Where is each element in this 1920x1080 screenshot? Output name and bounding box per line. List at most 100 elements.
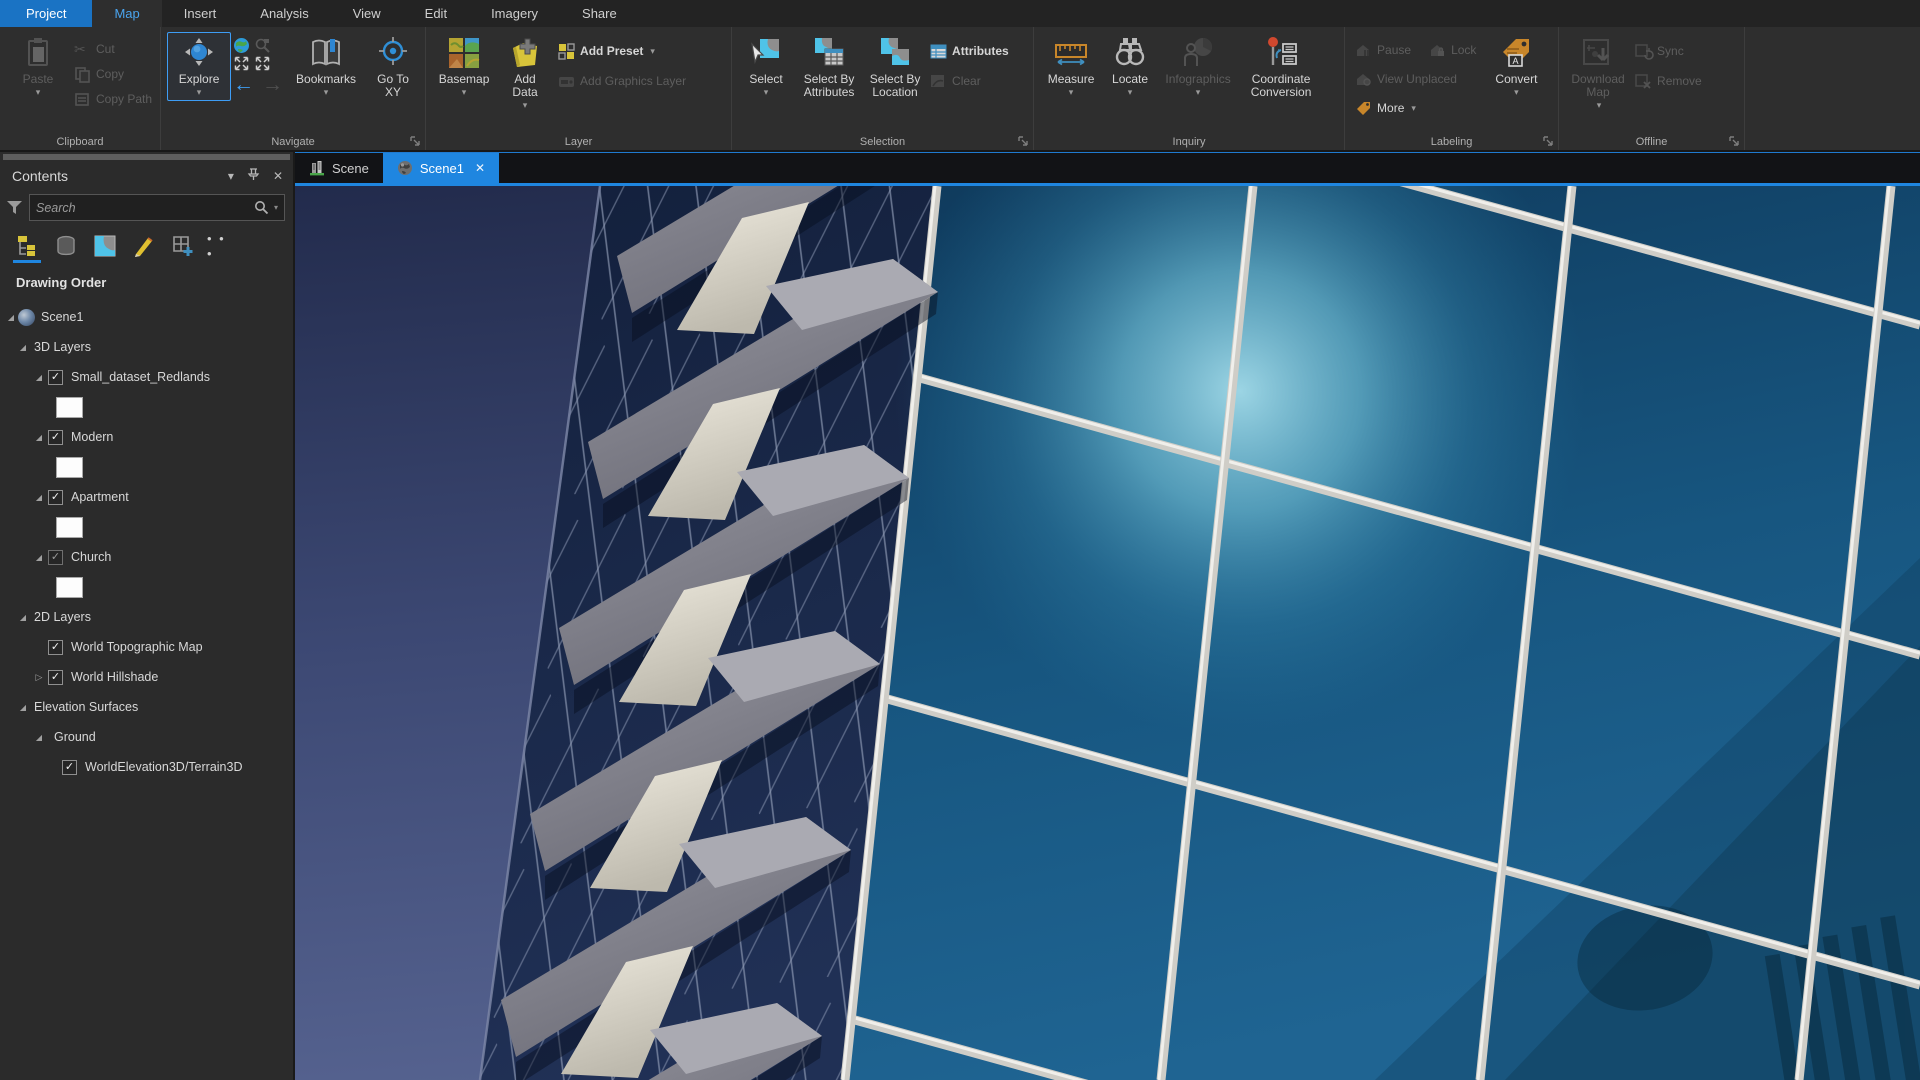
offline-dialog-launcher-icon[interactable] xyxy=(1728,135,1740,147)
tree-item-3d-layers[interactable]: ◢ 3D Layers xyxy=(0,332,293,362)
filter-icon[interactable] xyxy=(6,199,23,216)
labeling-dialog-launcher-icon[interactable] xyxy=(1542,135,1554,147)
remove-button[interactable]: Remove xyxy=(1631,70,1706,92)
symbol-swatch[interactable] xyxy=(56,576,83,598)
lock-labeling-button[interactable]: Lock xyxy=(1425,39,1480,61)
layer-visibility-checkbox[interactable]: ✓ xyxy=(48,369,63,385)
pane-menu-chevron-icon[interactable]: ▾ xyxy=(228,169,234,183)
navigate-dialog-launcher-icon[interactable] xyxy=(409,135,421,147)
view-tab-scene1[interactable]: Scene1 ✕ xyxy=(382,153,500,183)
tab-imagery[interactable]: Imagery xyxy=(469,0,560,27)
tree-item-church[interactable]: ◢ ✓ Church xyxy=(0,542,293,572)
cut-button[interactable]: ✂ Cut xyxy=(70,38,156,60)
fixed-zoom-out-icon[interactable] xyxy=(254,55,271,72)
explore-button[interactable]: Explore ▾ xyxy=(167,32,232,101)
more-labeling-button[interactable]: More ▾ xyxy=(1351,97,1480,119)
select-button[interactable]: Select ▾ xyxy=(738,32,794,101)
fixed-zoom-in-icon[interactable] xyxy=(233,55,250,72)
view-unplaced-button[interactable]: View Unplaced xyxy=(1351,68,1480,90)
symbol-swatch[interactable] xyxy=(56,456,83,478)
tree-item-world-topographic-map[interactable]: ✓ World Topographic Map xyxy=(0,632,293,662)
tab-map[interactable]: Map xyxy=(92,0,162,27)
layer-visibility-checkbox[interactable]: ✓ xyxy=(48,489,63,505)
layer-visibility-checkbox[interactable]: ✓ xyxy=(48,549,63,565)
go-to-xy-button[interactable]: Go To XY xyxy=(365,32,421,103)
clear-selection-button[interactable]: Clear xyxy=(926,70,1013,92)
layer-visibility-checkbox[interactable]: ✓ xyxy=(48,429,63,445)
list-by-editing-button[interactable] xyxy=(129,233,159,259)
tree-expanded-icon[interactable]: ◢ xyxy=(18,703,28,712)
basemap-button[interactable]: Basemap ▾ xyxy=(432,32,496,101)
coordinate-conversion-button[interactable]: Coordinate Conversion xyxy=(1238,32,1324,103)
infographics-button[interactable]: Infographics ▾ xyxy=(1158,32,1238,101)
search-input[interactable]: Search ▾ xyxy=(29,194,285,221)
convert-labels-button[interactable]: A Convert ▾ xyxy=(1486,32,1546,101)
pause-labeling-button[interactable]: Pause xyxy=(1351,39,1415,61)
more-options-button[interactable]: • • • xyxy=(207,231,237,261)
tree-expanded-icon[interactable]: ◢ xyxy=(34,493,44,502)
select-by-attributes-button[interactable]: Select By Attributes xyxy=(794,32,864,103)
ribbon-group-offline: Download Map ▾ Sync Remove Offline xyxy=(1559,27,1746,150)
list-by-data-source-button[interactable] xyxy=(51,233,81,259)
next-extent-icon[interactable]: → xyxy=(262,74,283,95)
copy-path-button[interactable]: Copy Path xyxy=(70,88,156,110)
tree-expanded-icon[interactable]: ◢ xyxy=(34,553,44,562)
tab-share[interactable]: Share xyxy=(560,0,639,27)
check-icon: ✓ xyxy=(50,370,61,383)
list-by-snapping-button[interactable] xyxy=(90,233,120,259)
tree-collapsed-icon[interactable]: ▷ xyxy=(34,672,44,683)
tree-expanded-icon[interactable]: ◢ xyxy=(34,433,44,442)
legend-swatch-row xyxy=(0,512,293,542)
download-map-button[interactable]: Download Map ▾ xyxy=(1565,32,1631,116)
pin-icon[interactable] xyxy=(247,168,260,184)
tree-expanded-icon[interactable]: ◢ xyxy=(34,733,44,742)
list-by-perspective-button[interactable] xyxy=(168,233,198,259)
copy-button[interactable]: Copy xyxy=(70,63,156,85)
view-tab-scene[interactable]: Scene xyxy=(295,153,383,183)
tab-project[interactable]: Project xyxy=(0,0,93,27)
tree-item-world-hillshade[interactable]: ▷ ✓ World Hillshade xyxy=(0,662,293,692)
tree-item-small-dataset-redlands[interactable]: ◢ ✓ Small_dataset_Redlands xyxy=(0,362,293,392)
locate-button[interactable]: Locate ▾ xyxy=(1102,32,1158,101)
globe-icon[interactable] xyxy=(233,37,250,54)
add-preset-button[interactable]: Add Preset ▾ xyxy=(554,40,690,62)
tree-item-ground[interactable]: ◢ Ground xyxy=(0,722,293,752)
tree-expanded-icon[interactable]: ◢ xyxy=(6,313,16,322)
select-by-location-button[interactable]: Select By Location xyxy=(864,32,926,103)
attributes-button[interactable]: Attributes xyxy=(926,40,1013,62)
tree-item-modern[interactable]: ◢ ✓ Modern xyxy=(0,422,293,452)
symbol-swatch[interactable] xyxy=(56,516,83,538)
symbol-swatch[interactable] xyxy=(56,396,83,418)
tree-expanded-icon[interactable]: ◢ xyxy=(34,373,44,382)
sync-button[interactable]: Sync xyxy=(1631,40,1706,62)
add-graphics-layer-button[interactable]: Add Graphics Layer xyxy=(554,70,690,92)
add-data-button[interactable]: Add Data ▾ xyxy=(496,32,554,114)
measure-button[interactable]: Measure ▾ xyxy=(1040,32,1102,101)
search-options-chevron-icon[interactable]: ▾ xyxy=(274,203,278,212)
bookmarks-button[interactable]: Bookmarks ▾ xyxy=(287,32,365,101)
close-icon[interactable]: ✕ xyxy=(273,169,283,183)
layer-visibility-checkbox[interactable]: ✓ xyxy=(48,639,63,655)
search-icon[interactable] xyxy=(254,200,269,215)
tree-item-apartment[interactable]: ◢ ✓ Apartment xyxy=(0,482,293,512)
zoom-to-selection-icon[interactable] xyxy=(254,37,271,54)
tree-item-2d-layers[interactable]: ◢ 2D Layers xyxy=(0,602,293,632)
layer-visibility-checkbox[interactable]: ✓ xyxy=(48,669,63,685)
chevron-down-icon: ▾ xyxy=(1514,87,1519,97)
previous-extent-icon[interactable]: ← xyxy=(233,74,254,95)
paste-button[interactable]: Paste ▾ xyxy=(6,32,70,101)
tab-view[interactable]: View xyxy=(331,0,403,27)
tree-item-elevation-surfaces[interactable]: ◢ Elevation Surfaces xyxy=(0,692,293,722)
list-by-drawing-order-button[interactable] xyxy=(12,233,42,263)
tree-expanded-icon[interactable]: ◢ xyxy=(18,343,28,352)
scene-3d-view[interactable] xyxy=(295,186,1920,1080)
tab-insert[interactable]: Insert xyxy=(162,0,239,27)
tree-item-scene1[interactable]: ◢ Scene1 xyxy=(0,302,293,332)
tree-expanded-icon[interactable]: ◢ xyxy=(18,613,28,622)
tab-analysis[interactable]: Analysis xyxy=(238,0,330,27)
tab-edit[interactable]: Edit xyxy=(403,0,469,27)
layer-visibility-checkbox[interactable]: ✓ xyxy=(62,759,77,775)
close-tab-icon[interactable]: ✕ xyxy=(475,161,485,175)
tree-item-worldelevation3d-terrain3d[interactable]: ✓ WorldElevation3D/Terrain3D xyxy=(0,752,293,782)
selection-dialog-launcher-icon[interactable] xyxy=(1017,135,1029,147)
